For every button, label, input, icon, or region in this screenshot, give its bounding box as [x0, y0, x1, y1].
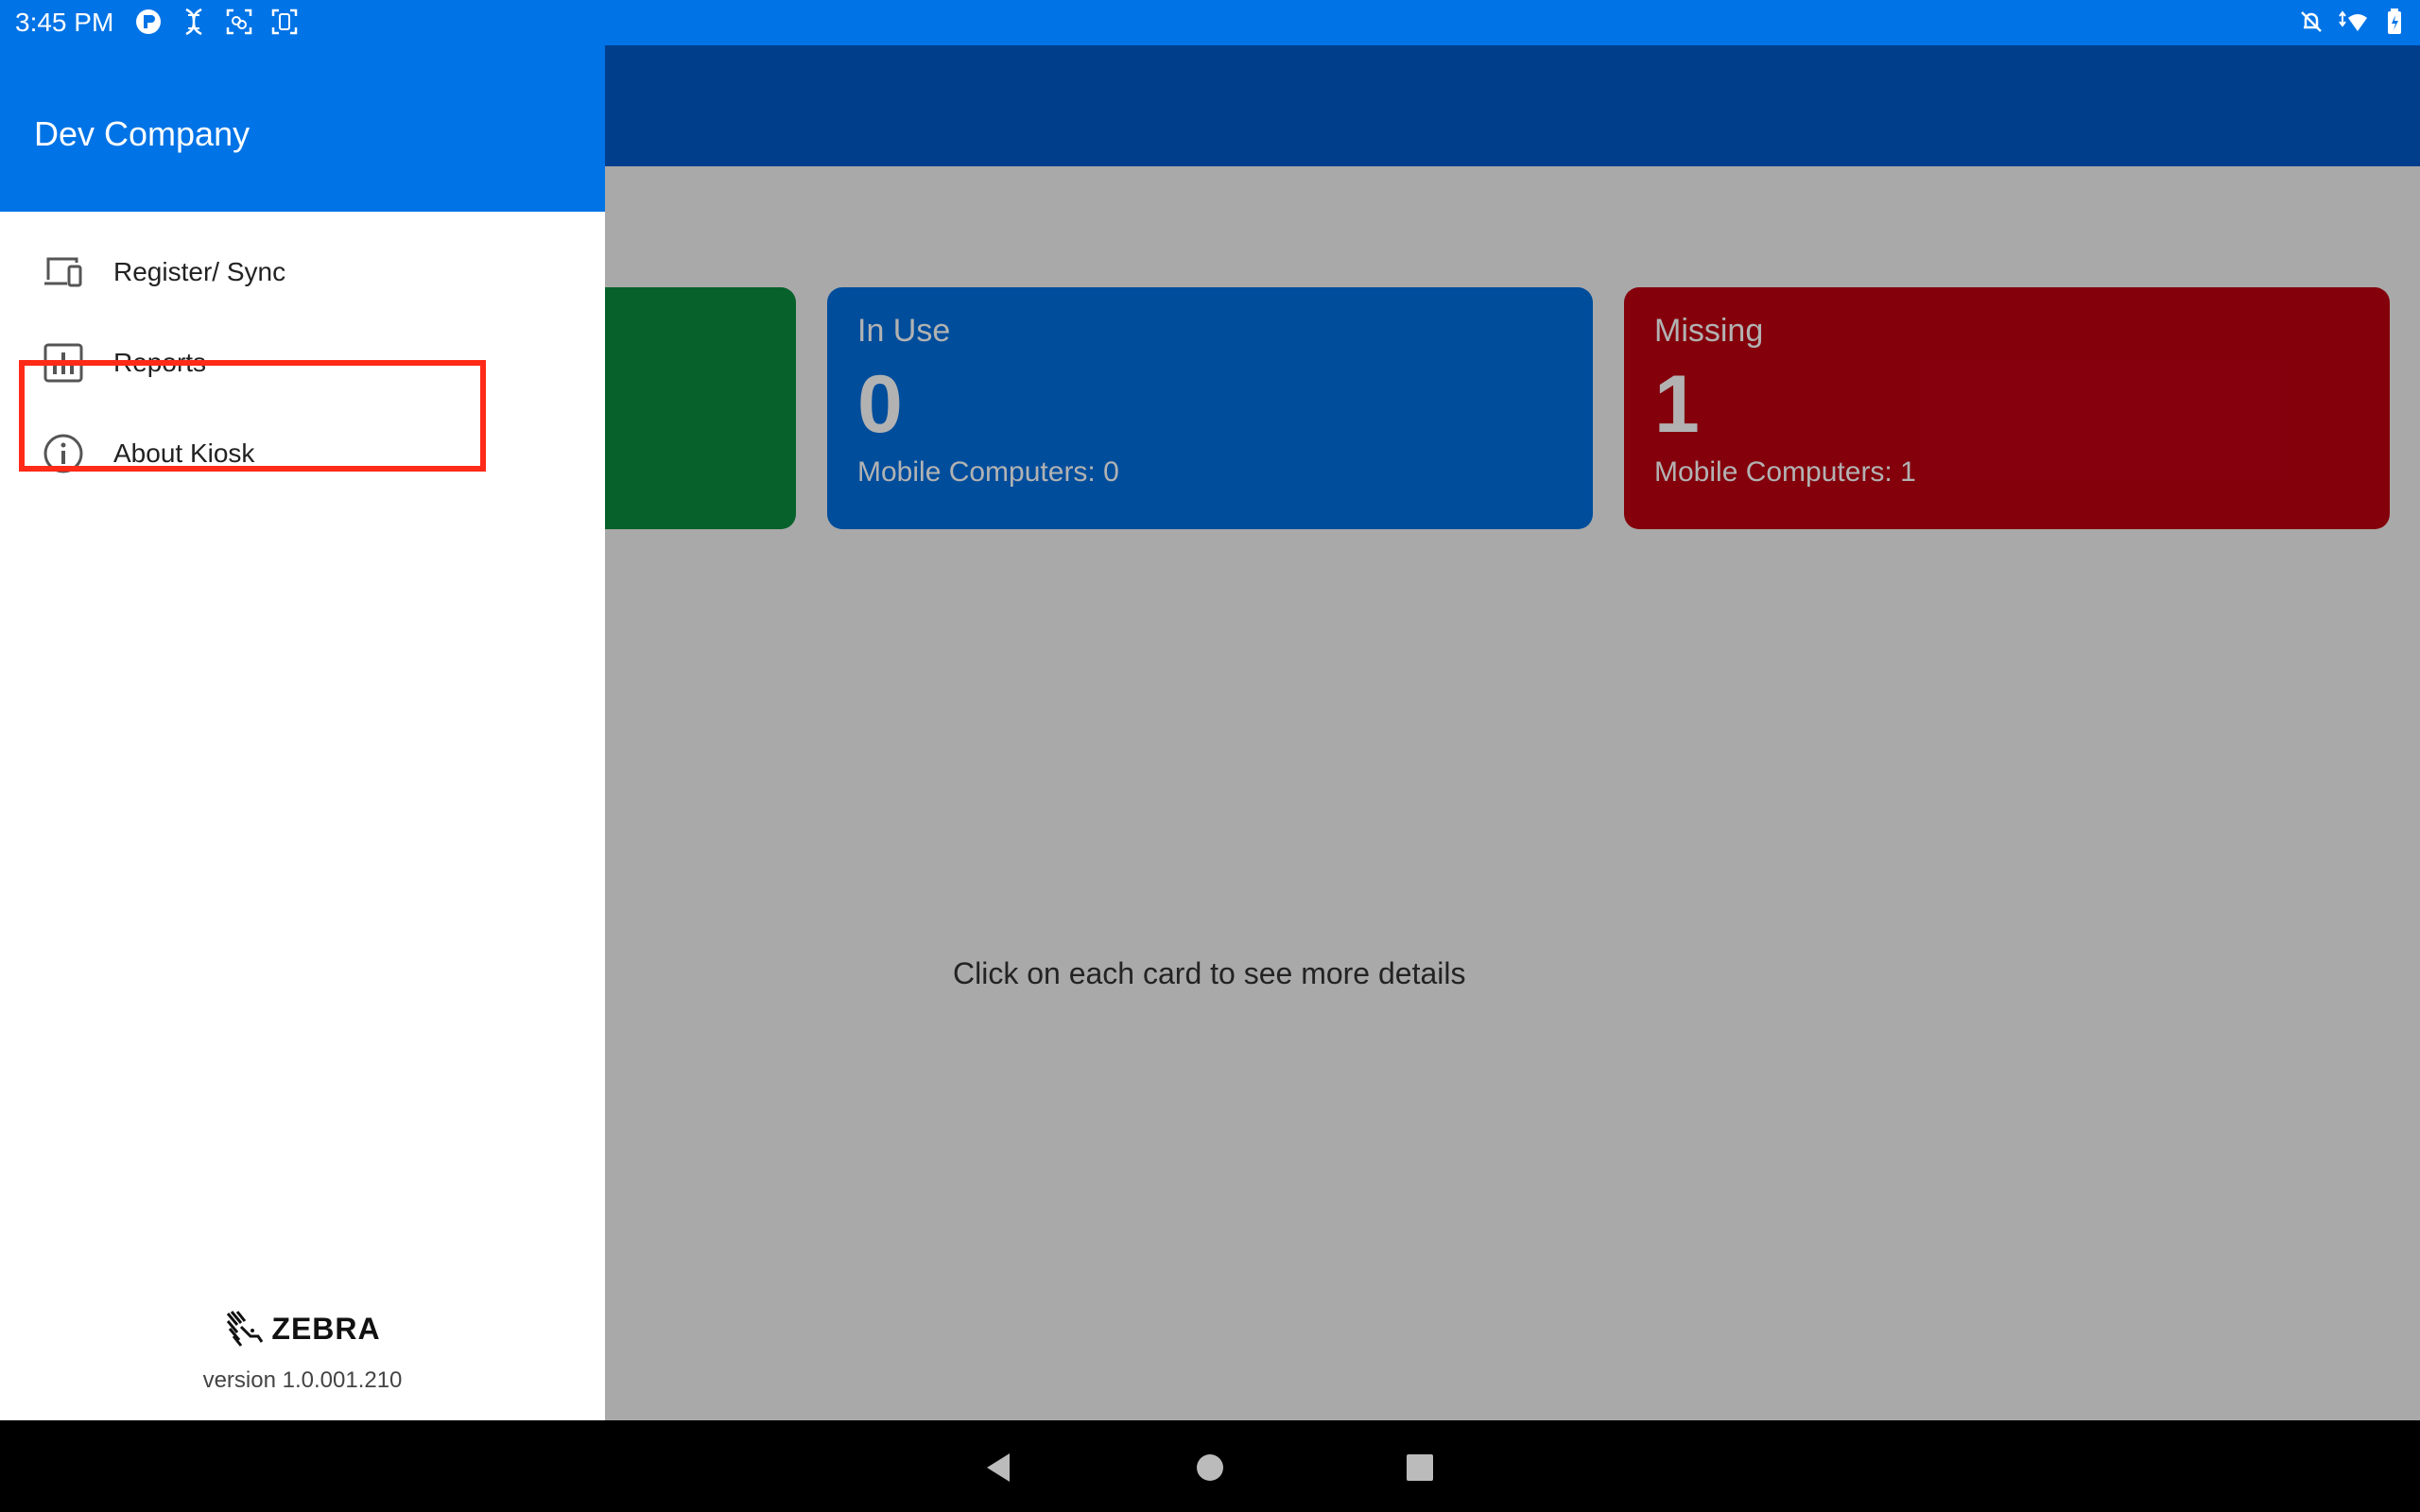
recents-icon [1407, 1454, 1433, 1481]
zebra-head-icon [227, 1311, 264, 1347]
company-name: Dev Company [34, 114, 251, 153]
drawer-header: Dev Company [0, 45, 605, 212]
system-nav-bar [0, 1420, 2420, 1512]
home-icon [1197, 1454, 1223, 1481]
recents-button[interactable] [1399, 1447, 1441, 1488]
status-bar: 3:45 PM [0, 0, 2420, 45]
devices-icon [40, 249, 87, 296]
back-button[interactable] [977, 1447, 1019, 1488]
bar-chart-icon [40, 339, 87, 387]
zebra-logo: ZEBRA [224, 1308, 380, 1349]
brand-name: ZEBRA [271, 1311, 381, 1346]
wifi-icon [2337, 6, 2369, 38]
home-button[interactable] [1189, 1447, 1231, 1488]
back-icon [987, 1453, 1010, 1482]
app-notification-icon [132, 6, 164, 38]
status-icons-left [132, 6, 301, 38]
menu-item-register-sync[interactable]: Register/ Sync [0, 227, 605, 318]
status-icons-right [2295, 6, 2411, 38]
app-version: version 1.0.001.210 [202, 1367, 403, 1393]
app-content: In Use 0 Mobile Computers: 0 Missing 1 M… [0, 45, 2420, 1420]
menu-item-about-kiosk[interactable]: About Kiosk [0, 408, 605, 499]
menu-item-label: Register/ Sync [113, 257, 286, 286]
info-icon [40, 430, 87, 477]
status-time: 3:45 PM [15, 8, 114, 37]
scan-icon [223, 6, 255, 38]
navigation-drawer: Dev Company Register/ Sync Reports About… [0, 45, 605, 1420]
silent-icon [2295, 6, 2327, 38]
device-icon [268, 6, 301, 38]
dna-icon [178, 6, 210, 38]
menu-item-label: About Kiosk [113, 438, 255, 468]
battery-icon [2378, 6, 2411, 38]
menu-item-reports[interactable]: Reports [0, 318, 605, 408]
drawer-footer: ZEBRA version 1.0.001.210 [0, 1308, 605, 1394]
drawer-menu: Register/ Sync Reports About Kiosk [0, 227, 605, 499]
menu-item-label: Reports [113, 348, 207, 377]
